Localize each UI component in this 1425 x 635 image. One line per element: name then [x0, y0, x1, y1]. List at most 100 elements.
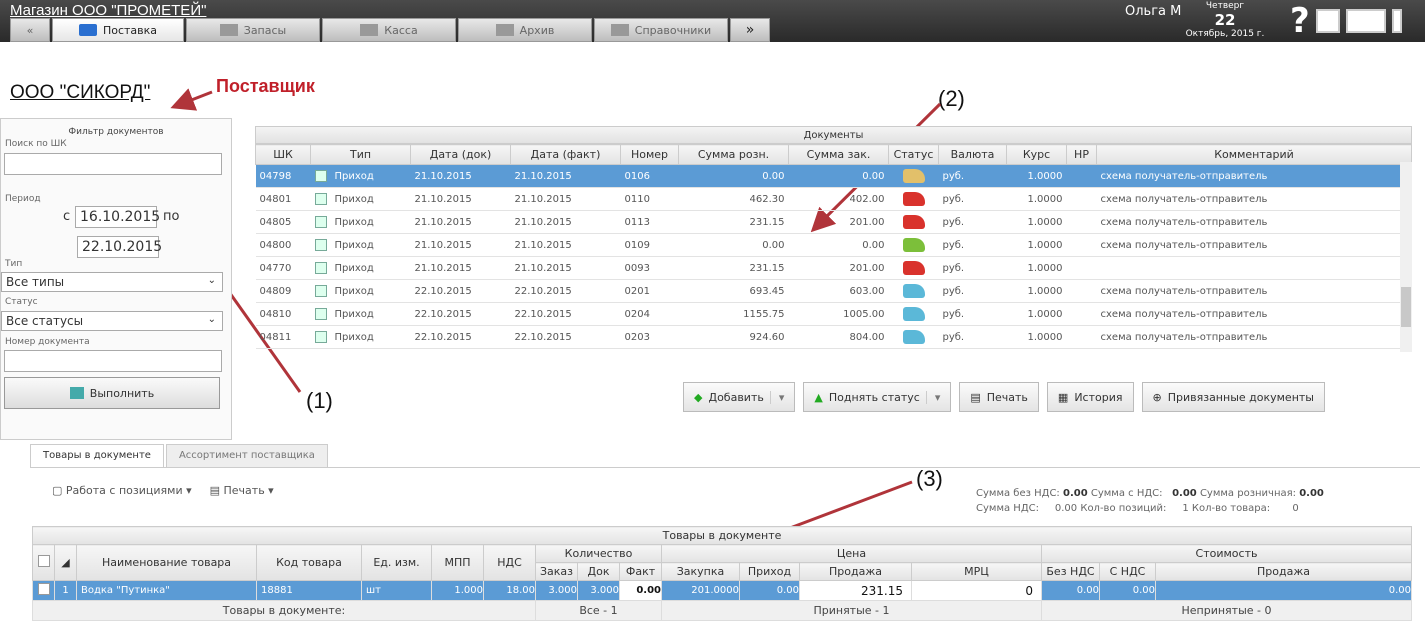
sort-icon[interactable]: ◢	[54, 544, 77, 581]
work-with-positions-menu[interactable]: ▢ Работа с позициями ▾	[52, 484, 192, 497]
goods-toolbar: ▢ Работа с позициями ▾ ▤ Печать ▾	[52, 484, 274, 497]
col-buy[interactable]: Закупка	[661, 562, 740, 581]
col-doc[interactable]: Док	[577, 562, 620, 581]
col-vat[interactable]: НДС	[483, 544, 536, 581]
scrollbar-thumb[interactable]	[1401, 287, 1411, 327]
cell-type: Приход	[310, 187, 411, 211]
doc-col-7[interactable]: Статус	[888, 144, 939, 165]
document-row[interactable]: 04770 Приход 21.10.2015 21.10.2015 0093 231.1…	[255, 256, 1412, 280]
document-row[interactable]: 04810 Приход 22.10.2015 22.10.2015 0204 1155.…	[255, 302, 1412, 326]
history-button[interactable]: ▦ История	[1046, 382, 1134, 412]
doc-col-9[interactable]: Курс	[1006, 144, 1067, 165]
col-sale[interactable]: Продажа	[1155, 562, 1412, 581]
goods-print-menu[interactable]: ▤ Печать ▾	[210, 484, 274, 497]
date-to-input[interactable]: 22.10.2015	[77, 236, 162, 258]
document-row[interactable]: 04801 Приход 21.10.2015 21.10.2015 0110 462.3…	[255, 187, 1412, 211]
col-withvat[interactable]: С НДС	[1099, 562, 1156, 581]
col-name[interactable]: Наименование товара	[76, 544, 257, 581]
col-mpp[interactable]: МПП	[431, 544, 484, 581]
document-row[interactable]: 04811 Приход 22.10.2015 22.10.2015 0203 924.6…	[255, 325, 1412, 349]
doc-type-label: Приход	[334, 240, 374, 251]
col-novat[interactable]: Без НДС	[1041, 562, 1100, 581]
col-sell[interactable]: Продажа	[799, 562, 912, 581]
cell-d1: 22.10.2015	[410, 302, 511, 326]
mrc-input[interactable]: 0	[911, 580, 1042, 601]
status-select[interactable]: Все статусы ⌄	[1, 311, 223, 331]
document-row[interactable]: 04798 Приход 21.10.2015 21.10.2015 0106 0.00 0…	[255, 164, 1412, 188]
date-from-input[interactable]: 16.10.2015	[75, 206, 160, 228]
tabs-scroll-left-button[interactable]: «	[10, 18, 50, 42]
tab-arhiv[interactable]: Архив	[458, 18, 592, 42]
tab-goods-in-document[interactable]: Товары в документе	[30, 444, 164, 468]
doc-col-11[interactable]: Комментарий	[1096, 144, 1412, 165]
doc-col-3[interactable]: Дата (факт)	[510, 144, 621, 165]
col-mrc[interactable]: МРЦ	[911, 562, 1042, 581]
doc-col-6[interactable]: Сумма зак.	[788, 144, 889, 165]
doc-col-0[interactable]: ШК	[255, 144, 311, 165]
type-select[interactable]: Все типы ⌄	[1, 272, 223, 292]
cell-code: 18881	[256, 580, 362, 601]
cell-fact[interactable]: 0.00	[619, 580, 662, 601]
col-unit[interactable]: Ед. изм.	[361, 544, 432, 581]
tab-postavka[interactable]: Поставка	[52, 18, 184, 42]
date-display: Четверг 22 Октябрь, 2015 г.	[1185, 2, 1265, 39]
tab-supplier-assortment[interactable]: Ассортимент поставщика	[165, 444, 328, 468]
cell-shk: 04805	[255, 210, 311, 234]
sell-price-input[interactable]: 231.15	[799, 580, 912, 601]
profile-card-icon[interactable]	[1345, 9, 1386, 33]
help-icon[interactable]: ?	[1290, 4, 1310, 38]
exit-icon[interactable]	[1391, 9, 1402, 33]
col-in[interactable]: Приход	[739, 562, 800, 581]
doc-col-2[interactable]: Дата (док)	[410, 144, 511, 165]
document-row[interactable]: 04800 Приход 21.10.2015 21.10.2015 0109 0.00 0…	[255, 233, 1412, 257]
linked-documents-button[interactable]: ⊕ Привязанные документы	[1141, 382, 1325, 412]
execute-button[interactable]: Выполнить	[4, 377, 220, 409]
raise-dropdown-arrow[interactable]: ▾	[925, 390, 940, 404]
footer-rejected-filter[interactable]: Непринятые - 0	[1041, 600, 1412, 621]
tab-kassa[interactable]: Касса	[322, 18, 456, 42]
annotation-supplier: Поставщик	[216, 76, 315, 96]
goods-row[interactable]: 1 Водка "Путинка" 18881 шт 1.000 18.00 3…	[32, 580, 1412, 601]
cell-d1: 22.10.2015	[410, 325, 511, 349]
status-label: Статус	[5, 297, 38, 307]
print-button[interactable]: ▤ Печать	[959, 382, 1039, 412]
tab-spravochniki[interactable]: Справочники	[594, 18, 728, 42]
add-dropdown-arrow[interactable]: ▾	[769, 390, 784, 404]
cell-rate: 1.0000	[1006, 279, 1067, 303]
doc-type-label: Приход	[334, 332, 374, 343]
user-name[interactable]: Ольга М	[1125, 4, 1181, 19]
raise-status-button[interactable]: ▲ Поднять статус ▾	[803, 382, 952, 412]
document-row[interactable]: 04805 Приход 21.10.2015 21.10.2015 0113 231.1…	[255, 210, 1412, 234]
tab-zapasy[interactable]: Запасы	[186, 18, 320, 42]
cell-name: Водка "Путинка"	[76, 580, 257, 601]
barcode-search-input[interactable]	[4, 153, 222, 175]
cell-sz: 0.00	[788, 233, 889, 257]
filter-title: Фильтр документов	[68, 127, 164, 137]
row-checkbox[interactable]	[32, 580, 55, 601]
col-order[interactable]: Заказ	[535, 562, 578, 581]
col-fact[interactable]: Факт	[619, 562, 662, 581]
document-icon	[314, 193, 327, 205]
doc-col-4[interactable]: Номер	[620, 144, 679, 165]
doc-col-8[interactable]: Валюта	[938, 144, 1007, 165]
cell-num: 0113	[620, 210, 679, 234]
cell-nr	[1066, 187, 1097, 211]
footer-all-filter[interactable]: Все - 1	[535, 600, 662, 621]
add-document-button[interactable]: ◆ Добавить ▾	[683, 382, 796, 412]
documents-scrollbar[interactable]	[1400, 162, 1412, 352]
document-row[interactable]: 04809 Приход 22.10.2015 22.10.2015 0201 693.4…	[255, 279, 1412, 303]
calculator-icon[interactable]	[1315, 9, 1340, 33]
tabs-scroll-right-button[interactable]: »	[730, 18, 770, 42]
document-number-input[interactable]	[4, 350, 222, 372]
doc-col-10[interactable]: НР	[1066, 144, 1097, 165]
supplier-name[interactable]: ООО "СИКОРД"	[10, 82, 150, 104]
doc-col-1[interactable]: Тип	[310, 144, 411, 165]
cell-sz: 1005.00	[788, 302, 889, 326]
select-all-checkbox[interactable]	[32, 544, 55, 581]
cell-sr: 0.00	[678, 233, 789, 257]
footer-accepted-filter[interactable]: Принятые - 1	[661, 600, 1042, 621]
app-title[interactable]: Магазин ООО "ПРОМЕТЕЙ"	[10, 2, 206, 19]
doc-col-5[interactable]: Сумма розн.	[678, 144, 789, 165]
col-code[interactable]: Код товара	[256, 544, 362, 581]
annotation-1: (1)	[306, 388, 333, 413]
